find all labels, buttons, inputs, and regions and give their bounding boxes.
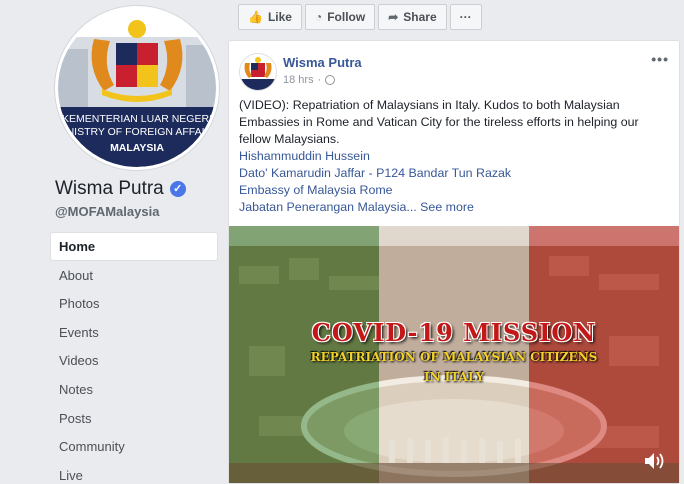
share-label: Share — [403, 10, 437, 24]
post-author-avatar[interactable] — [239, 53, 277, 91]
thumbs-up-icon: 👍 — [248, 10, 263, 24]
nav-item-posts[interactable]: Posts — [50, 404, 218, 433]
logo-text-1: KEMENTERIAN LUAR NEGERI — [62, 113, 212, 125]
nav-item-videos[interactable]: Videos — [50, 346, 218, 375]
nav-item-notes[interactable]: Notes — [50, 375, 218, 404]
see-more-link[interactable]: See more — [420, 200, 474, 214]
speaker-icon[interactable] — [643, 451, 665, 471]
verified-badge-icon: ✓ — [169, 181, 186, 197]
nav-item-live[interactable]: Live — [50, 461, 218, 484]
post-timestamp[interactable]: 18 hrs — [283, 74, 314, 86]
separator-dot: · — [317, 74, 322, 86]
left-column: KEMENTERIAN LUAR NEGERI MINISTRY OF FORE… — [0, 0, 228, 484]
page-name-text[interactable]: Wisma Putra — [55, 178, 164, 200]
page-action-bar: 👍 Like ◔ Follow ➦ Share ··· — [238, 4, 485, 30]
page-name[interactable]: Wisma Putra ✓ — [55, 178, 186, 200]
globe-icon — [325, 75, 336, 85]
nav-item-community[interactable]: Community — [50, 432, 218, 461]
video-subtitle-1: REPATRIATION OF MALAYSIAN CITIZENS — [310, 350, 598, 364]
follow-label: Follow — [327, 10, 366, 24]
page-handle: @MOFAMalaysia — [55, 204, 160, 219]
share-button[interactable]: ➦ Share — [378, 4, 447, 30]
tag-link-4-line: Jabatan Penerangan Malaysia... See more — [239, 199, 671, 216]
tag-link-2[interactable]: Dato' Kamarudin Jaffar - P124 Bandar Tun… — [239, 165, 671, 182]
video-player[interactable]: COVID-19 MISSION REPATRIATION OF MALAYSI… — [229, 226, 679, 483]
like-label: Like — [267, 10, 292, 24]
logo-text-2: MINISTRY OF FOREIGN AFFAIRS — [58, 126, 216, 138]
video-subtitle-2: IN ITALY — [423, 370, 485, 384]
nav-item-about[interactable]: About — [50, 261, 218, 290]
follow-button[interactable]: ◔ Follow — [304, 4, 376, 30]
video-title: COVID-19 MISSION — [311, 318, 597, 347]
post-meta: 18 hrs · — [283, 74, 336, 86]
more-dots-icon: ··· — [459, 10, 472, 24]
nav-item-events[interactable]: Events — [50, 318, 218, 347]
like-button[interactable]: 👍 Like — [238, 4, 302, 30]
post-card: Wisma Putra 18 hrs · ••• (VIDEO): Repatr… — [228, 40, 680, 484]
rss-icon: ◔ — [314, 10, 323, 24]
profile-picture[interactable]: KEMENTERIAN LUAR NEGERI MINISTRY OF FORE… — [55, 6, 219, 170]
tag-link-3[interactable]: Embassy of Malaysia Rome — [239, 182, 671, 199]
post-options-button[interactable]: ••• — [651, 51, 669, 67]
post-text: (VIDEO): Repatriation of Malaysians in I… — [239, 98, 639, 146]
tag-link-4[interactable]: Jabatan Penerangan Malaysia... — [239, 200, 417, 214]
tag-link-1[interactable]: Hishammuddin Hussein — [239, 148, 671, 165]
post-author-name[interactable]: Wisma Putra — [283, 55, 362, 70]
post-body: (VIDEO): Repatriation of Malaysians in I… — [239, 97, 671, 216]
nav-item-photos[interactable]: Photos — [50, 289, 218, 318]
nav-item-home[interactable]: Home — [50, 232, 218, 261]
more-options-button[interactable]: ··· — [449, 4, 482, 30]
page-nav: Home About Photos Events Videos Notes Po… — [50, 232, 218, 484]
share-arrow-icon: ➦ — [388, 10, 399, 24]
logo-text-3: MALAYSIA — [110, 142, 164, 154]
